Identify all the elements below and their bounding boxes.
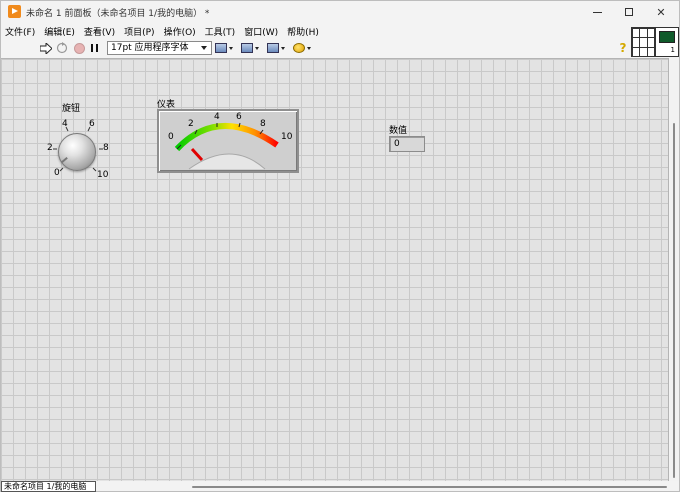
menu-operate[interactable]: 操作(O) [164,25,196,38]
meter-tick-label: 8 [260,119,266,129]
context-help-icon[interactable]: ? [618,41,628,55]
menu-help[interactable]: 帮助(H) [287,25,319,38]
window-title: 未命名 1 前面板（未命名项目 1/我的电脑） * [26,9,210,19]
vertical-scrollbar-thumb[interactable] [673,123,675,478]
labview-front-panel-window: 未命名 1 前面板（未命名项目 1/我的电脑） * ✕ 文件(F) 编辑(E) … [0,0,680,492]
resize-objects-button[interactable] [267,42,289,54]
distribute-objects-button[interactable] [241,42,263,54]
menu-edit[interactable]: 编辑(E) [44,25,75,38]
chevron-down-icon [201,46,207,50]
horizontal-scrollbar-thumb[interactable] [192,486,667,488]
abort-execution-button[interactable] [72,41,86,55]
meter-tick-label: 4 [214,112,220,122]
abort-execution-icon [73,42,85,54]
run-continuously-button[interactable] [55,41,69,55]
align-objects-button[interactable] [215,42,237,54]
minimize-icon [592,11,602,13]
close-icon: ✕ [656,5,666,19]
vi-icon[interactable]: 1 [655,27,679,57]
menu-project[interactable]: 项目(P) [124,25,154,38]
chevron-down-icon [255,46,259,50]
connector-terminal[interactable] [647,47,655,57]
font-select-value: 17pt 应用程序字体 [111,43,189,53]
toolbar: 17pt 应用程序字体 [1,39,629,57]
labview-app-icon [8,5,21,18]
horizontal-scrollbar[interactable] [97,482,669,491]
vi-icon-number: 1 [670,46,675,54]
resize-objects-icon [267,43,279,53]
menu-bar: 文件(F) 编辑(E) 查看(V) 项目(P) 操作(O) 工具(T) 窗口(W… [1,23,679,39]
maximize-button[interactable] [613,1,645,23]
connector-pane[interactable] [631,27,655,57]
meter-tick-label: 2 [188,119,194,129]
title-bar[interactable]: 未命名 1 前面板（未命名项目 1/我的电脑） * ✕ [1,1,679,23]
meter-dial [174,122,279,170]
menu-view[interactable]: 查看(V) [84,25,115,38]
chevron-down-icon [307,46,311,50]
run-arrow-icon [40,42,52,54]
close-button[interactable]: ✕ [645,1,677,23]
run-button[interactable] [39,41,53,55]
font-select[interactable]: 17pt 应用程序字体 [107,41,212,55]
chevron-down-icon [281,46,285,50]
meter-color-arc [174,122,279,152]
menu-window[interactable]: 窗口(W) [244,25,278,38]
meter-tick-label: 6 [236,112,242,122]
pause-button[interactable] [87,41,101,55]
knob[interactable] [58,133,96,171]
vertical-scrollbar[interactable] [670,58,679,481]
vi-icon-screen [659,31,675,43]
pause-icon [90,44,98,52]
distribute-objects-icon [241,43,253,53]
run-continuously-icon [56,42,68,54]
knob-label[interactable]: 旋钮 [62,101,80,114]
menu-tools[interactable]: 工具(T) [205,25,236,38]
meter-tick-label: 0 [168,132,174,142]
reorder-button[interactable] [293,42,315,54]
align-objects-icon [215,43,227,53]
chevron-down-icon [229,46,233,50]
maximize-icon [625,8,633,16]
meter-tick-label: 10 [281,132,293,142]
numeric-indicator[interactable]: 0 [389,136,425,152]
menu-file[interactable]: 文件(F) [5,25,35,38]
minimize-button[interactable] [581,1,613,23]
reorder-icon [293,43,305,53]
meter-needle [190,147,204,162]
numeric-label[interactable]: 数值 [389,123,407,136]
project-context-status[interactable]: 未命名项目 1/我的电脑 [1,481,96,492]
